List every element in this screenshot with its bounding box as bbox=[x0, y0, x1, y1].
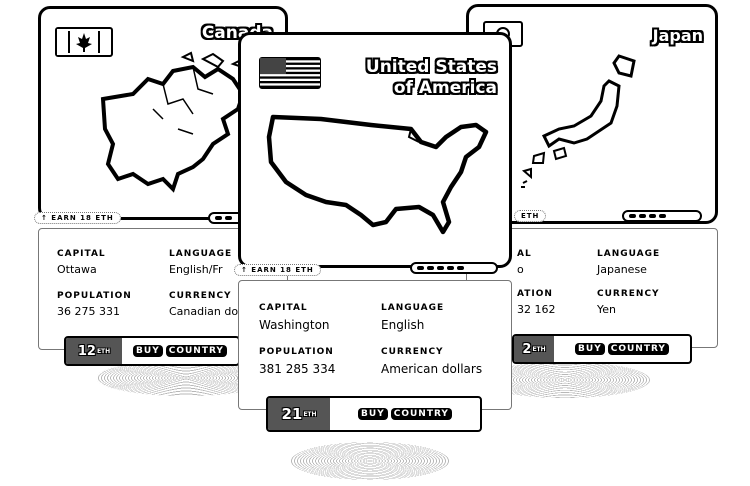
language-value: English/Fr bbox=[169, 263, 223, 276]
population-label: POPULATION bbox=[259, 347, 334, 357]
currency-value: Yen bbox=[597, 303, 616, 316]
price-tag: 2 ETH bbox=[514, 336, 554, 362]
population-value: 381 285 334 bbox=[259, 362, 336, 376]
card-title: Japan bbox=[652, 26, 703, 45]
language-label: LANGUAGE bbox=[381, 303, 445, 313]
language-label: LANGUAGE bbox=[597, 249, 661, 259]
earn-badge: ETH bbox=[514, 210, 547, 222]
price-tag: 21 ETH bbox=[268, 398, 330, 430]
buy-country-button[interactable]: 21 ETH BUY COUNTRY bbox=[266, 396, 482, 432]
card-title: United States of America bbox=[366, 57, 497, 99]
currency-value: American dollars bbox=[381, 362, 483, 376]
country-text: COUNTRY bbox=[165, 345, 227, 357]
price-value: 21 bbox=[281, 405, 303, 423]
buy-text: BUY bbox=[133, 345, 163, 357]
price-unit: ETH bbox=[96, 347, 111, 355]
progress-dots bbox=[410, 262, 498, 274]
price-unit: ETH bbox=[532, 345, 546, 353]
card-info-panel: CAPITAL Washington LANGUAGE English POPU… bbox=[238, 280, 512, 410]
currency-label: CURRENCY bbox=[381, 347, 444, 357]
currency-label: CURRENCY bbox=[597, 289, 660, 299]
buy-country-button[interactable]: 2 ETH BUY COUNTRY bbox=[512, 334, 692, 364]
title-line2: of America bbox=[393, 78, 497, 98]
japan-map bbox=[521, 54, 636, 188]
population-label: POPULATION bbox=[57, 291, 132, 301]
progress-dots bbox=[622, 210, 702, 222]
capital-label: CAPITAL bbox=[259, 303, 308, 313]
country-text: COUNTRY bbox=[607, 343, 669, 355]
currency-label: CURRENCY bbox=[169, 291, 232, 301]
buy-text: BUY bbox=[575, 343, 605, 355]
buy-label: BUY COUNTRY bbox=[330, 398, 480, 430]
capital-label: CAPITAL bbox=[57, 249, 106, 259]
buy-text: BUY bbox=[358, 408, 388, 420]
language-value: Japanese bbox=[597, 263, 647, 276]
capital-value: Ottawa bbox=[57, 263, 97, 276]
earn-badge: ↑ EARN 18 ETH bbox=[34, 212, 121, 224]
capital-value: o bbox=[517, 263, 524, 276]
title-line1: United States bbox=[365, 57, 497, 77]
population-label: ATION bbox=[517, 289, 553, 299]
earn-badge: ↑ EARN 18 ETH bbox=[234, 264, 321, 276]
buy-country-button[interactable]: 12 ETH BUY COUNTRY bbox=[64, 336, 240, 366]
buy-label: BUY COUNTRY bbox=[122, 338, 238, 364]
currency-value: Canadian do bbox=[169, 305, 239, 318]
language-value: English bbox=[381, 318, 425, 332]
population-value: 32 162 bbox=[517, 303, 556, 316]
price-tag: 12 ETH bbox=[66, 338, 122, 364]
language-label: LANGUAGE bbox=[169, 249, 233, 259]
buy-label: BUY COUNTRY bbox=[554, 336, 690, 362]
price-unit: ETH bbox=[303, 410, 317, 418]
population-value: 36 275 331 bbox=[57, 305, 120, 318]
capital-label: AL bbox=[517, 249, 532, 259]
price-value: 12 bbox=[77, 343, 96, 359]
usa-flag-icon bbox=[259, 57, 321, 89]
capital-value: Washington bbox=[259, 318, 330, 332]
card-map-panel: United States of America bbox=[238, 32, 512, 268]
usa-map bbox=[266, 114, 489, 235]
card-shadow bbox=[290, 442, 450, 480]
price-value: 2 bbox=[522, 341, 532, 357]
country-text: COUNTRY bbox=[390, 408, 452, 420]
